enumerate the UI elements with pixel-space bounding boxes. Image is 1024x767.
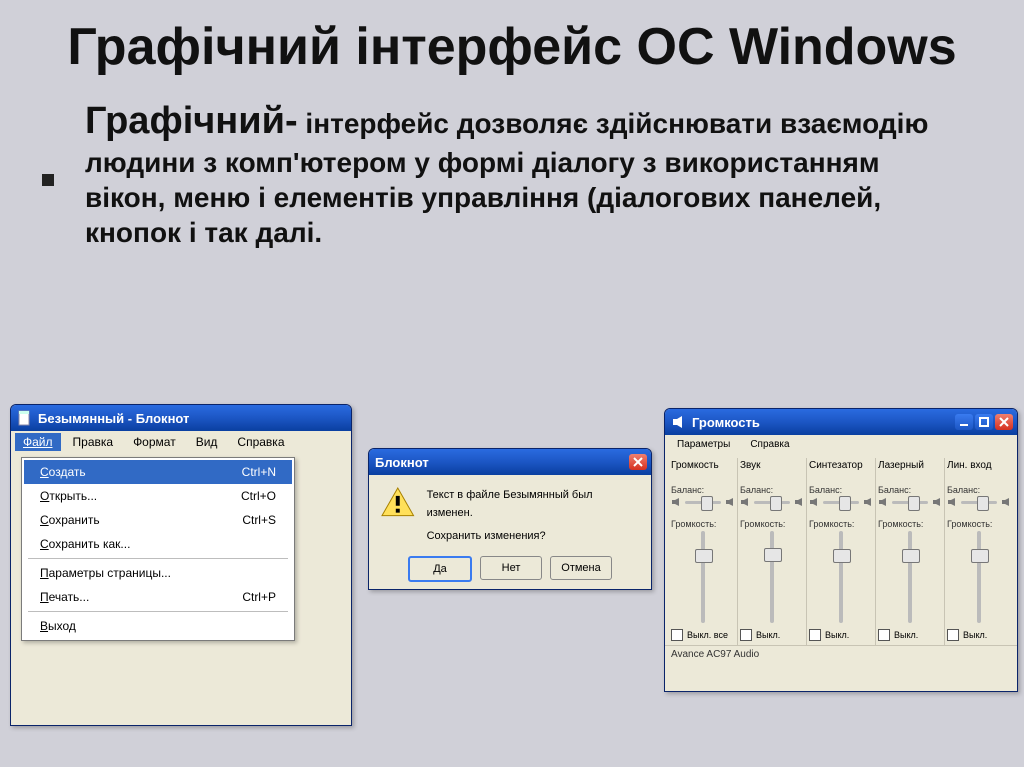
volume-slider[interactable] [878,531,942,623]
mute-checkbox[interactable]: Выкл. [809,629,873,641]
notepad-menubar: Файл Правка Формат Вид Справка [11,431,351,453]
mixer-channels: Громкость Баланс: Громкость: Выкл. все Звук Б… [665,454,1017,645]
menu-item-label: Создать [40,465,86,479]
menu-item[interactable]: Сохранить как... [24,532,292,556]
file-dropdown: Создать Ctrl+N Открыть... Ctrl+O Сохранить Ct… [21,457,295,641]
menu-item[interactable]: Открыть... Ctrl+O [24,484,292,508]
volume-slider[interactable] [671,531,735,623]
mixer-menu-options[interactable]: Параметры [669,437,738,452]
menu-item[interactable]: Выход [24,614,292,638]
notepad-titlebar[interactable]: Безымянный - Блокнот [11,405,351,431]
mute-checkbox[interactable]: Выкл. [740,629,804,641]
menu-item-label: Печать... [40,590,89,604]
menu-item-label: Выход [40,619,76,633]
mute-label: Выкл. [756,630,780,640]
mute-checkbox[interactable]: Выкл. [947,629,1011,641]
dialog-message: Текст в файле Безымянный был изменен. Со… [427,487,639,546]
volume-label: Громкость: [947,519,1011,529]
volume-slider[interactable] [947,531,1011,623]
menu-view[interactable]: Вид [188,433,226,451]
menu-item-label: Открыть... [40,489,97,503]
dialog-line2: Сохранить изменения? [427,528,639,546]
menu-file[interactable]: Файл [15,433,61,451]
volume-label: Громкость: [671,519,735,529]
menu-item[interactable]: Сохранить Ctrl+S [24,508,292,532]
menu-item-shortcut: Ctrl+S [242,513,276,527]
save-confirm-dialog: Блокнот Текст в файле Безымянный был изм… [368,448,652,590]
menu-format[interactable]: Формат [125,433,184,451]
volume-slider[interactable] [740,531,804,623]
mixer-status-bar: Avance AC97 Audio [665,645,1017,663]
menu-edit[interactable]: Правка [65,433,122,451]
menu-item-label: Сохранить как... [40,537,130,551]
channel-name: Синтезатор [809,460,873,471]
volume-label: Громкость: [809,519,873,529]
balance-slider[interactable] [947,497,1011,507]
menu-item[interactable]: Создать Ctrl+N [24,460,292,484]
close-icon[interactable] [629,454,647,470]
balance-slider[interactable] [809,497,873,507]
warning-icon [381,487,415,517]
bullet-square [42,174,54,186]
mixer-channel: Синтезатор Баланс: Громкость: Выкл. [807,458,876,645]
menu-separator [28,558,288,559]
mute-label: Выкл. [894,630,918,640]
balance-label: Баланс: [740,485,804,495]
presentation-slide: Графічний інтерфейс ОС Windows Графічний… [0,0,1024,767]
notepad-icon [17,410,33,426]
mute-label: Выкл. [963,630,987,640]
channel-name: Звук [740,460,804,471]
mixer-titlebar[interactable]: Громкость [665,409,1017,435]
channel-name: Лин. вход [947,460,1011,471]
menu-item-shortcut: Ctrl+O [241,489,276,503]
mute-label: Выкл. все [687,630,728,640]
menu-separator [28,611,288,612]
menu-item-shortcut: Ctrl+P [242,590,276,604]
yes-button[interactable]: Да [408,556,472,582]
slide-title: Графічний інтерфейс ОС Windows [0,0,1024,78]
balance-label: Баланс: [947,485,1011,495]
mixer-channel: Лазерный Баланс: Громкость: Выкл. [876,458,945,645]
cancel-button[interactable]: Отмена [550,556,612,580]
balance-slider[interactable] [740,497,804,507]
balance-label: Баланс: [671,485,735,495]
volume-label: Громкость: [878,519,942,529]
volume-mixer-window: Громкость Параметры Справка Громкость Бал… [664,408,1018,692]
menu-item-label: Параметры страницы... [40,566,171,580]
mute-checkbox[interactable]: Выкл. все [671,629,735,641]
balance-slider[interactable] [671,497,735,507]
menu-item-label: Сохранить [40,513,100,527]
balance-label: Баланс: [809,485,873,495]
notepad-title: Безымянный - Блокнот [38,411,347,426]
menu-help[interactable]: Справка [229,433,292,451]
dialog-line1: Текст в файле Безымянный был изменен. [427,487,639,522]
mute-label: Выкл. [825,630,849,640]
mixer-menubar: Параметры Справка [665,435,1017,454]
channel-name: Лазерный [878,460,942,471]
dialog-titlebar[interactable]: Блокнот [369,449,651,475]
mixer-channel: Громкость Баланс: Громкость: Выкл. все [669,458,738,645]
no-button[interactable]: Нет [480,556,542,580]
minimize-icon[interactable] [955,414,973,430]
channel-name: Громкость [671,460,735,471]
close-icon[interactable] [995,414,1013,430]
balance-label: Баланс: [878,485,942,495]
volume-slider[interactable] [809,531,873,623]
volume-label: Громкость: [740,519,804,529]
mixer-channel: Лин. вход Баланс: Громкость: Выкл. [945,458,1013,645]
body-lead: Графічний- [85,100,298,142]
notepad-window: Безымянный - Блокнот Файл Правка Формат … [10,404,352,726]
mixer-title: Громкость [692,415,953,430]
mixer-channel: Звук Баланс: Громкость: Выкл. [738,458,807,645]
slide-body: Графічний- інтерфейс дозволяє здійснюват… [85,98,964,251]
dialog-title: Блокнот [375,455,627,470]
menu-item[interactable]: Печать... Ctrl+P [24,585,292,609]
mixer-menu-help[interactable]: Справка [742,437,797,452]
speaker-icon [671,414,687,430]
menu-item[interactable]: Параметры страницы... [24,561,292,585]
maximize-icon[interactable] [975,414,993,430]
balance-slider[interactable] [878,497,942,507]
menu-item-shortcut: Ctrl+N [242,465,276,479]
mute-checkbox[interactable]: Выкл. [878,629,942,641]
